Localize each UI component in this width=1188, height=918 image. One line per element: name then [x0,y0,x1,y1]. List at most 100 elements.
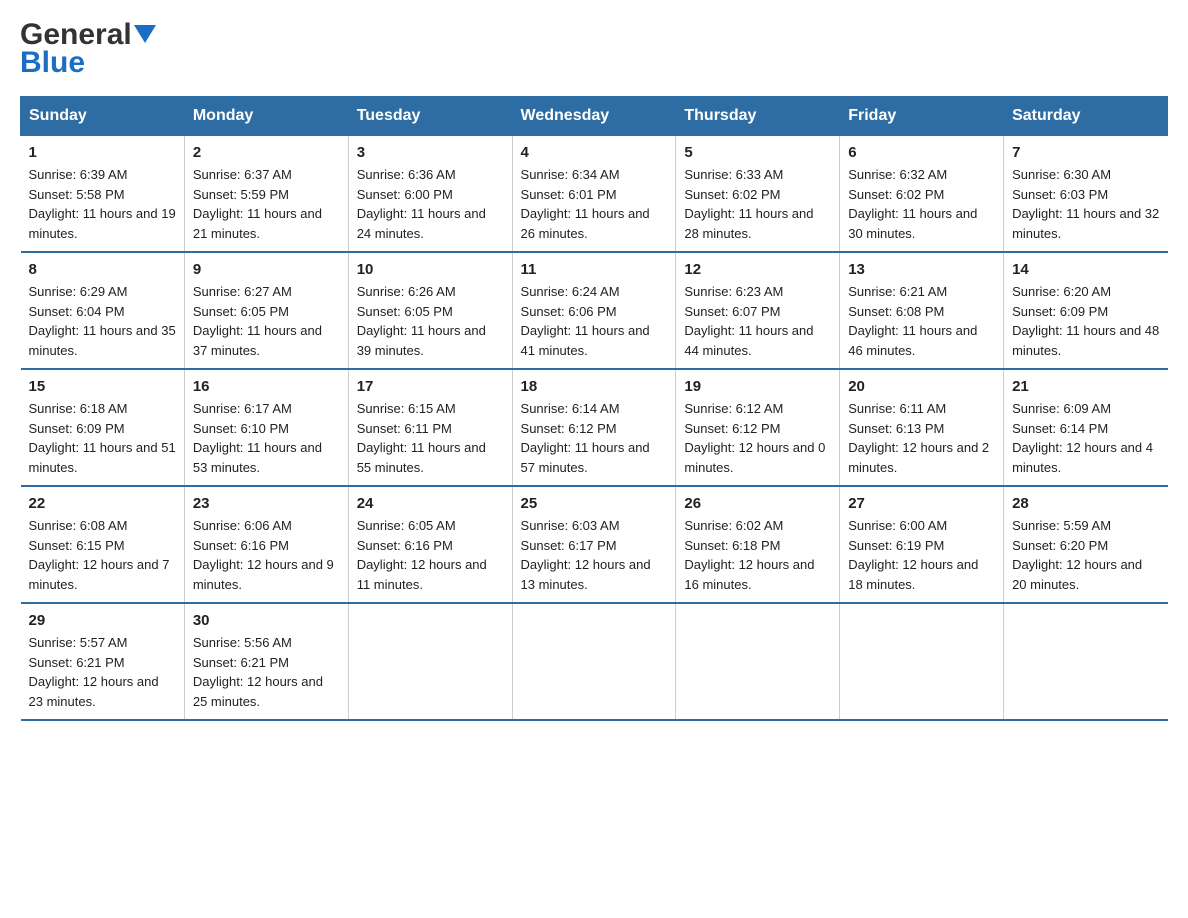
day-info: Sunrise: 6:32 AMSunset: 6:02 PMDaylight:… [848,165,995,243]
calendar-cell [840,603,1004,720]
day-number: 8 [29,261,176,278]
column-header-wednesday: Wednesday [512,97,676,136]
day-info: Sunrise: 6:21 AMSunset: 6:08 PMDaylight:… [848,282,995,360]
calendar-cell: 4 Sunrise: 6:34 AMSunset: 6:01 PMDayligh… [512,136,676,253]
calendar-cell: 12 Sunrise: 6:23 AMSunset: 6:07 PMDaylig… [676,252,840,369]
day-info: Sunrise: 6:36 AMSunset: 6:00 PMDaylight:… [357,165,504,243]
calendar-cell: 6 Sunrise: 6:32 AMSunset: 6:02 PMDayligh… [840,136,1004,253]
day-number: 11 [521,261,668,278]
day-number: 19 [684,378,831,395]
calendar-cell: 22 Sunrise: 6:08 AMSunset: 6:15 PMDaylig… [21,486,185,603]
calendar-header-row: SundayMondayTuesdayWednesdayThursdayFrid… [21,97,1168,136]
day-info: Sunrise: 6:29 AMSunset: 6:04 PMDaylight:… [29,282,176,360]
column-header-sunday: Sunday [21,97,185,136]
calendar-cell: 10 Sunrise: 6:26 AMSunset: 6:05 PMDaylig… [348,252,512,369]
calendar-cell: 26 Sunrise: 6:02 AMSunset: 6:18 PMDaylig… [676,486,840,603]
calendar-cell: 13 Sunrise: 6:21 AMSunset: 6:08 PMDaylig… [840,252,1004,369]
calendar-cell: 5 Sunrise: 6:33 AMSunset: 6:02 PMDayligh… [676,136,840,253]
calendar-cell: 1 Sunrise: 6:39 AMSunset: 5:58 PMDayligh… [21,136,185,253]
calendar-cell [1004,603,1168,720]
day-number: 29 [29,612,176,629]
calendar-cell: 14 Sunrise: 6:20 AMSunset: 6:09 PMDaylig… [1004,252,1168,369]
logo-blue-text: Blue [20,46,85,80]
day-number: 13 [848,261,995,278]
day-info: Sunrise: 6:06 AMSunset: 6:16 PMDaylight:… [193,516,340,594]
calendar-cell: 23 Sunrise: 6:06 AMSunset: 6:16 PMDaylig… [184,486,348,603]
calendar-cell [348,603,512,720]
day-info: Sunrise: 6:03 AMSunset: 6:17 PMDaylight:… [521,516,668,594]
column-header-tuesday: Tuesday [348,97,512,136]
day-info: Sunrise: 6:23 AMSunset: 6:07 PMDaylight:… [684,282,831,360]
calendar-cell: 2 Sunrise: 6:37 AMSunset: 5:59 PMDayligh… [184,136,348,253]
day-number: 18 [521,378,668,395]
day-info: Sunrise: 6:09 AMSunset: 6:14 PMDaylight:… [1012,399,1159,477]
calendar-cell: 30 Sunrise: 5:56 AMSunset: 6:21 PMDaylig… [184,603,348,720]
logo-arrow-icon [134,25,156,47]
day-number: 4 [521,144,668,161]
calendar-cell: 15 Sunrise: 6:18 AMSunset: 6:09 PMDaylig… [21,369,185,486]
day-number: 26 [684,495,831,512]
day-number: 21 [1012,378,1159,395]
calendar-cell: 9 Sunrise: 6:27 AMSunset: 6:05 PMDayligh… [184,252,348,369]
day-number: 12 [684,261,831,278]
day-info: Sunrise: 6:24 AMSunset: 6:06 PMDaylight:… [521,282,668,360]
calendar-cell: 16 Sunrise: 6:17 AMSunset: 6:10 PMDaylig… [184,369,348,486]
day-number: 10 [357,261,504,278]
day-number: 2 [193,144,340,161]
day-info: Sunrise: 6:33 AMSunset: 6:02 PMDaylight:… [684,165,831,243]
day-number: 3 [357,144,504,161]
page-header: General Blue [20,20,1168,80]
calendar-cell [512,603,676,720]
day-info: Sunrise: 6:20 AMSunset: 6:09 PMDaylight:… [1012,282,1159,360]
day-number: 22 [29,495,176,512]
day-number: 27 [848,495,995,512]
day-info: Sunrise: 6:18 AMSunset: 6:09 PMDaylight:… [29,399,176,477]
day-number: 16 [193,378,340,395]
day-info: Sunrise: 6:14 AMSunset: 6:12 PMDaylight:… [521,399,668,477]
day-info: Sunrise: 6:08 AMSunset: 6:15 PMDaylight:… [29,516,176,594]
calendar-cell: 8 Sunrise: 6:29 AMSunset: 6:04 PMDayligh… [21,252,185,369]
calendar-week-row: 29 Sunrise: 5:57 AMSunset: 6:21 PMDaylig… [21,603,1168,720]
calendar-cell: 29 Sunrise: 5:57 AMSunset: 6:21 PMDaylig… [21,603,185,720]
day-info: Sunrise: 6:15 AMSunset: 6:11 PMDaylight:… [357,399,504,477]
calendar-cell: 21 Sunrise: 6:09 AMSunset: 6:14 PMDaylig… [1004,369,1168,486]
day-number: 17 [357,378,504,395]
day-number: 1 [29,144,176,161]
calendar-week-row: 22 Sunrise: 6:08 AMSunset: 6:15 PMDaylig… [21,486,1168,603]
calendar-cell: 24 Sunrise: 6:05 AMSunset: 6:16 PMDaylig… [348,486,512,603]
day-number: 24 [357,495,504,512]
day-number: 6 [848,144,995,161]
calendar-cell: 17 Sunrise: 6:15 AMSunset: 6:11 PMDaylig… [348,369,512,486]
day-info: Sunrise: 5:57 AMSunset: 6:21 PMDaylight:… [29,633,176,711]
day-number: 7 [1012,144,1159,161]
calendar-cell: 19 Sunrise: 6:12 AMSunset: 6:12 PMDaylig… [676,369,840,486]
calendar-week-row: 15 Sunrise: 6:18 AMSunset: 6:09 PMDaylig… [21,369,1168,486]
calendar-cell: 18 Sunrise: 6:14 AMSunset: 6:12 PMDaylig… [512,369,676,486]
day-info: Sunrise: 6:00 AMSunset: 6:19 PMDaylight:… [848,516,995,594]
column-header-monday: Monday [184,97,348,136]
column-header-saturday: Saturday [1004,97,1168,136]
day-number: 15 [29,378,176,395]
day-info: Sunrise: 6:02 AMSunset: 6:18 PMDaylight:… [684,516,831,594]
day-info: Sunrise: 6:12 AMSunset: 6:12 PMDaylight:… [684,399,831,477]
calendar-week-row: 1 Sunrise: 6:39 AMSunset: 5:58 PMDayligh… [21,136,1168,253]
day-number: 20 [848,378,995,395]
day-info: Sunrise: 6:11 AMSunset: 6:13 PMDaylight:… [848,399,995,477]
day-info: Sunrise: 6:17 AMSunset: 6:10 PMDaylight:… [193,399,340,477]
day-info: Sunrise: 6:26 AMSunset: 6:05 PMDaylight:… [357,282,504,360]
day-info: Sunrise: 5:56 AMSunset: 6:21 PMDaylight:… [193,633,340,711]
calendar-cell: 3 Sunrise: 6:36 AMSunset: 6:00 PMDayligh… [348,136,512,253]
day-info: Sunrise: 6:34 AMSunset: 6:01 PMDaylight:… [521,165,668,243]
day-number: 14 [1012,261,1159,278]
day-number: 28 [1012,495,1159,512]
day-number: 30 [193,612,340,629]
day-info: Sunrise: 6:05 AMSunset: 6:16 PMDaylight:… [357,516,504,594]
day-info: Sunrise: 6:37 AMSunset: 5:59 PMDaylight:… [193,165,340,243]
calendar-cell [676,603,840,720]
day-number: 5 [684,144,831,161]
day-number: 9 [193,261,340,278]
calendar-cell: 20 Sunrise: 6:11 AMSunset: 6:13 PMDaylig… [840,369,1004,486]
day-number: 25 [521,495,668,512]
day-info: Sunrise: 5:59 AMSunset: 6:20 PMDaylight:… [1012,516,1159,594]
day-number: 23 [193,495,340,512]
